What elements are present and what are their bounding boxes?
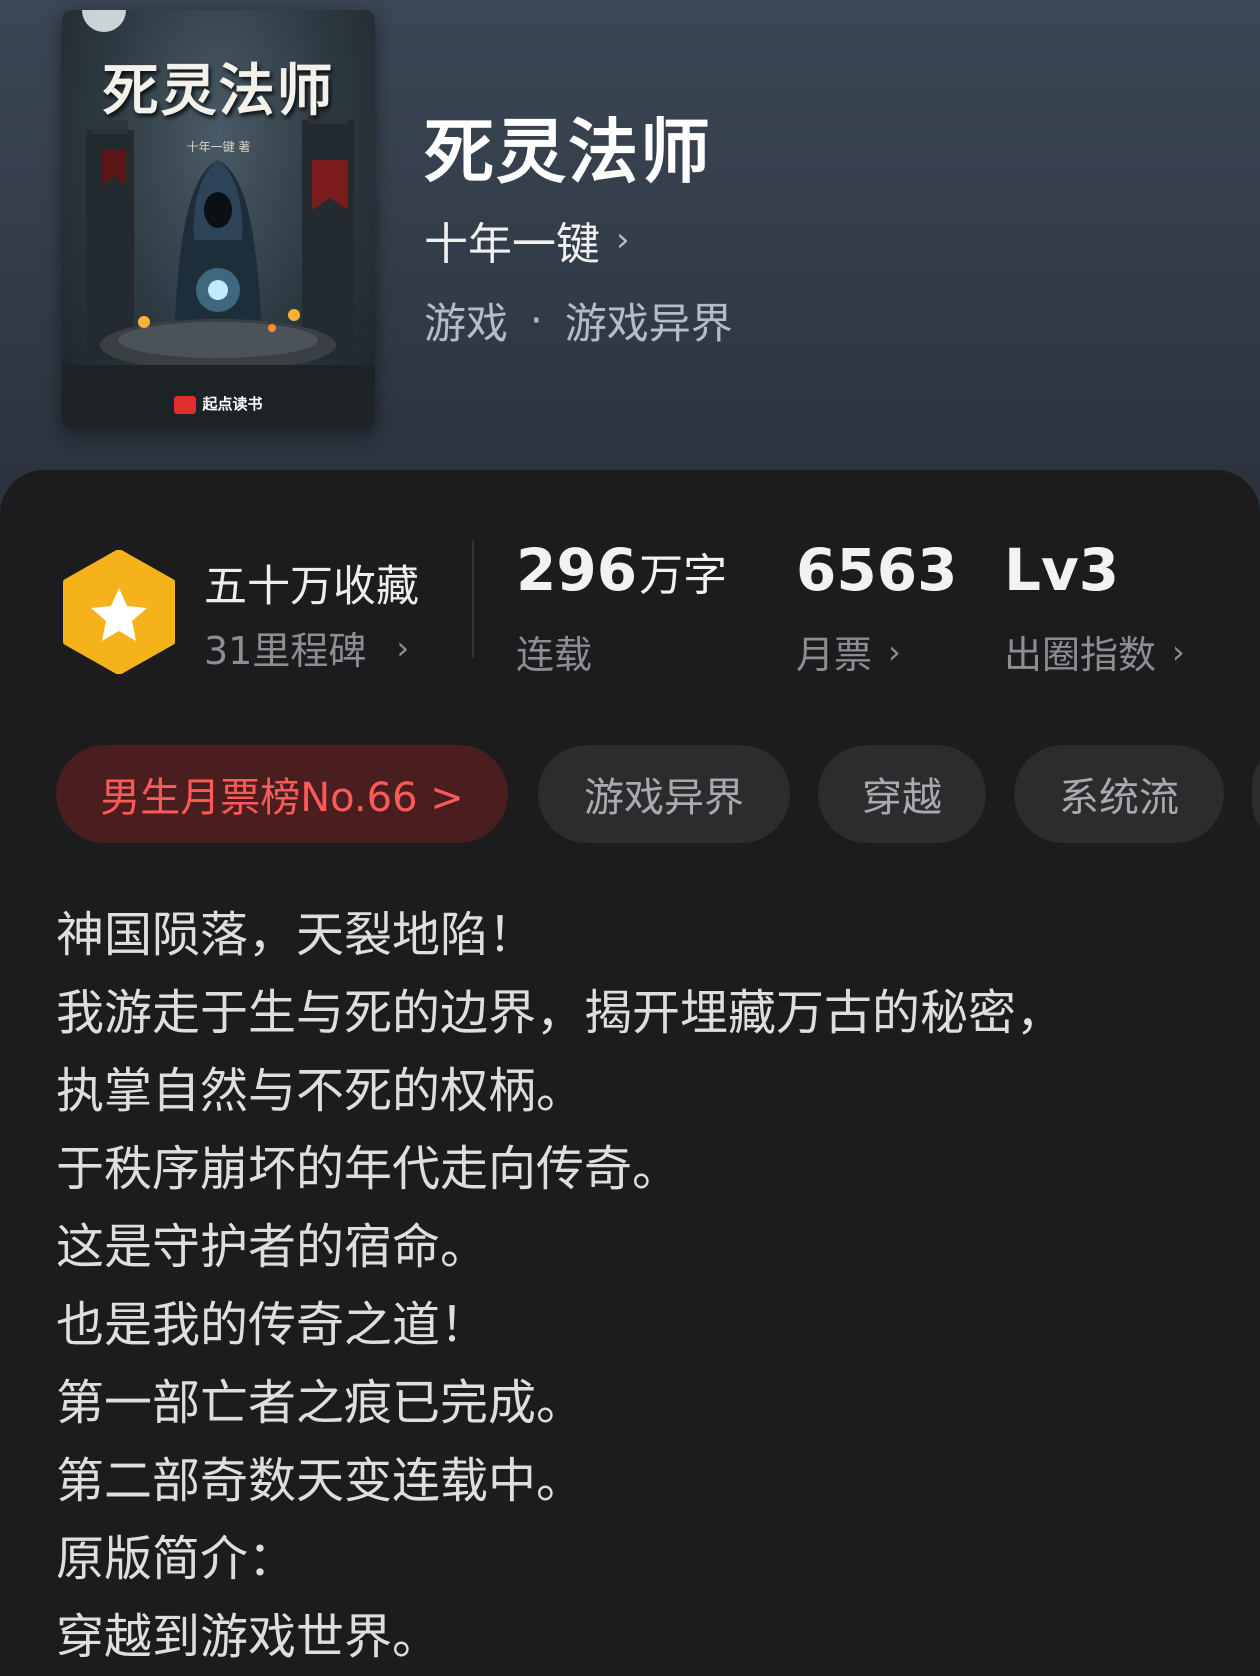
cover-publisher: 起点读书 — [62, 393, 375, 414]
description-line: 神国陨落，天裂地陷！ — [56, 907, 537, 963]
word-count-value: 296 — [516, 536, 638, 604]
tag-system[interactable]: 系统流 — [1014, 745, 1224, 843]
description-line: 这是守护者的宿命。 — [56, 1219, 489, 1275]
author-link[interactable]: 十年一键 › — [424, 208, 630, 272]
influence-link[interactable]: 出圈指数 › — [1004, 624, 1185, 679]
milestone-label: 31里程碑 — [204, 629, 367, 673]
genre-row: 游戏 · 游戏异界 — [424, 290, 733, 351]
rank-tag[interactable]: 男生月票榜No.66 > — [56, 745, 508, 843]
book-header: 死灵法师 十年一键 著 起点读书 死灵法师 十年一键 › 游戏 · 游戏异界 — [0, 0, 1260, 520]
star-hexagon-icon — [63, 550, 175, 674]
description-line: 也是我的传奇之道！ — [56, 1297, 489, 1353]
description-line: 原版简介： — [56, 1531, 297, 1587]
tag-overflow[interactable] — [1252, 745, 1260, 843]
book-title: 死灵法师 — [424, 110, 712, 193]
word-count-unit: 万字 — [639, 550, 728, 601]
description-line: 执掌自然与不死的权柄。 — [56, 1063, 585, 1119]
publisher-name: 起点读书 — [202, 395, 263, 413]
description-line: 第二部奇数天变连载中。 — [56, 1453, 585, 1509]
book-description[interactable]: 神国陨落，天裂地陷！ 我游走于生与死的边界，揭开埋藏万古的秘密， 执掌自然与不死… — [56, 896, 1216, 1676]
publisher-logo-icon — [174, 395, 197, 414]
chevron-right-icon: › — [888, 632, 901, 671]
author-name: 十年一键 — [424, 219, 600, 270]
genre-main[interactable]: 游戏 — [424, 290, 508, 351]
description-line: 穿越到游戏世界。 — [56, 1609, 441, 1665]
description-line: 我游走于生与死的边界，揭开埋藏万古的秘密， — [56, 985, 1065, 1041]
influence-label: 出圈指数 — [1004, 633, 1157, 677]
genre-separator: · — [530, 297, 543, 344]
book-cover[interactable]: 死灵法师 十年一键 著 起点读书 — [62, 10, 375, 428]
milestone-link[interactable]: 31里程碑 › — [204, 620, 409, 675]
monthly-tickets-value: 6563 — [796, 536, 958, 604]
serial-status: 连载 — [516, 633, 593, 677]
chevron-right-icon: › — [616, 220, 630, 260]
word-count-label: 连载 — [516, 624, 592, 679]
influence-value: Lv3 — [1004, 536, 1120, 604]
favorites-title[interactable]: 五十万收藏 — [204, 552, 419, 614]
cover-title: 死灵法师 — [102, 58, 335, 124]
cover-author: 十年一键 著 — [186, 140, 251, 154]
word-count: 296万字 — [516, 536, 727, 604]
monthly-tickets-link[interactable]: 月票 › — [796, 624, 901, 679]
tag-game-world[interactable]: 游戏异界 — [538, 745, 790, 843]
tag-list: 男生月票榜No.66 > 游戏异界 穿越 系统流 — [56, 745, 1260, 843]
book-detail-page: 死灵法师 十年一键 著 起点读书 死灵法师 十年一键 › 游戏 · 游戏异界 五… — [0, 0, 1260, 1676]
chevron-right-icon: › — [396, 628, 410, 667]
description-line: 于秩序崩坏的年代走向传奇。 — [56, 1141, 681, 1197]
chevron-right-icon: › — [1172, 632, 1185, 671]
description-line: 第一部亡者之痕已完成。 — [56, 1375, 585, 1431]
tag-transmigration[interactable]: 穿越 — [818, 745, 986, 843]
stats-divider — [472, 540, 474, 658]
monthly-tickets-label: 月票 — [796, 633, 873, 677]
genre-sub[interactable]: 游戏异界 — [565, 290, 733, 351]
